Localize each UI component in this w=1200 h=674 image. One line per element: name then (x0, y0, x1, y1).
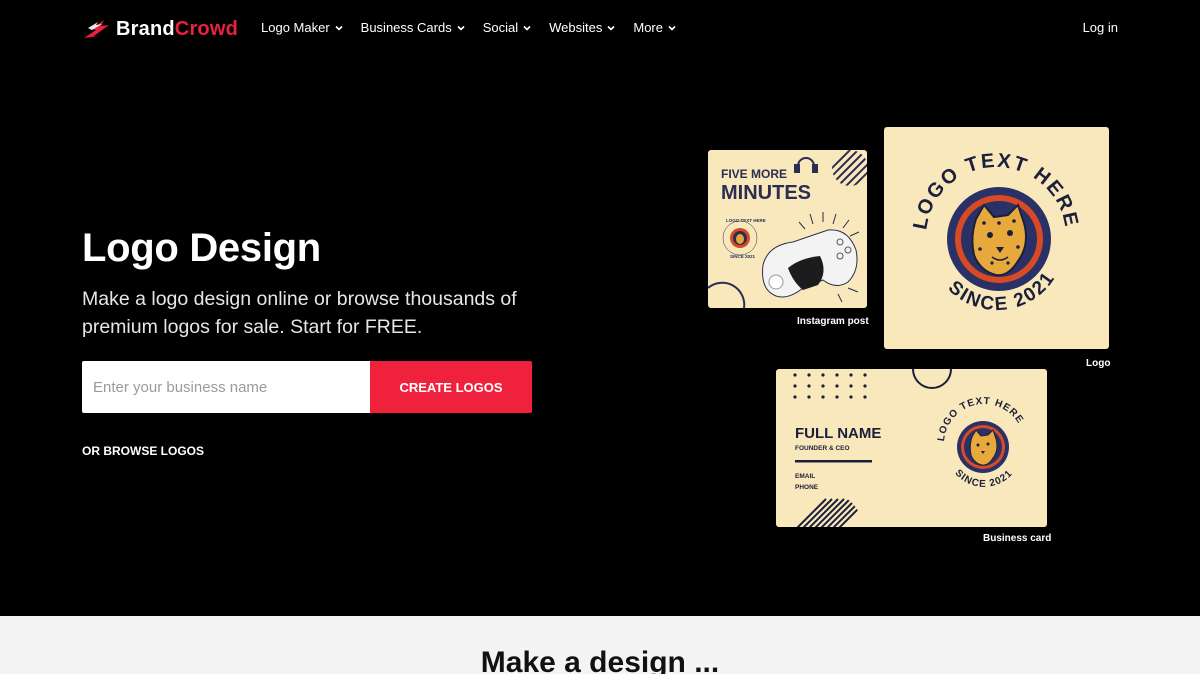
chevron-down-icon (607, 25, 615, 31)
make-a-design-section: Make a design ... (0, 616, 1200, 674)
business-card-caption: Business card (983, 533, 1052, 544)
insta-line2: MINUTES (721, 182, 811, 204)
nav-item-label: More (633, 20, 663, 35)
logo-caption: Logo (1086, 358, 1111, 369)
page-title: Logo Design (82, 226, 321, 270)
hero-subtitle: Make a logo design online or browse thou… (82, 288, 517, 338)
biz-email: EMAIL (795, 473, 815, 480)
logo-search-form: CREATE LOGOS (82, 361, 532, 413)
create-logos-button[interactable]: CREATE LOGOS (370, 361, 532, 413)
brand-logo[interactable]: BrandCrowd (82, 16, 238, 42)
chevron-down-icon (457, 25, 465, 31)
biz-role: FOUNDER & CEO (795, 445, 850, 452)
chevron-down-icon (335, 25, 343, 31)
cheetah-emblem-icon (957, 421, 1009, 473)
nav-item-logo-maker[interactable]: Logo Maker (261, 20, 344, 35)
biz-name: FULL NAME (795, 425, 881, 442)
nav-item-label: Business Cards (360, 20, 452, 35)
instagram-post-preview[interactable]: FIVE MORE MINUTES LOGO TEXT HERE SINCE 2… (708, 150, 867, 308)
biz-phone: PHONE (795, 484, 819, 491)
brand-name-part1: Brand (116, 17, 175, 40)
nav-item-business-cards[interactable]: Business Cards (361, 20, 466, 35)
top-nav: BrandCrowd Logo Maker Business Cards Soc… (0, 0, 1200, 56)
nav-item-websites[interactable]: Websites (549, 20, 616, 35)
nav-item-label: Websites (549, 20, 603, 35)
brand-name-part2: Crowd (174, 17, 239, 40)
business-card-artwork: FULL NAME FOUNDER & CEO EMAIL PHONE LOGO… (793, 369, 1025, 527)
cheetah-emblem-icon (947, 187, 1051, 291)
login-link[interactable]: Log in (1083, 20, 1118, 35)
game-controller-icon (762, 229, 858, 298)
nav-item-more[interactable]: More (633, 20, 677, 35)
logo-preview[interactable]: LOGO TEXT HERE SINCE 2021 (884, 127, 1109, 349)
chevron-down-icon (523, 25, 531, 31)
hatched-circle-icon (832, 150, 867, 186)
nav-item-label: Logo Maker (261, 20, 330, 35)
business-card-preview[interactable]: FULL NAME FOUNDER & CEO EMAIL PHONE LOGO… (776, 369, 1047, 527)
instagram-post-artwork: FIVE MORE MINUTES LOGO TEXT HERE SINCE 2… (708, 150, 867, 308)
nav-item-social[interactable]: Social (483, 20, 532, 35)
chevron-down-icon (668, 25, 676, 31)
nav-menu: Logo Maker Business Cards Social Website… (261, 20, 694, 35)
insta-line1: FIVE MORE (721, 167, 787, 181)
logo-artwork: LOGO TEXT HERE SINCE 2021 (909, 150, 1080, 316)
browse-logos-link[interactable]: OR BROWSE LOGOS (82, 444, 204, 458)
business-name-input[interactable] (82, 361, 370, 413)
insta-badge-bottom: SINCE 2021 (730, 254, 756, 259)
brand-mark-icon (84, 20, 109, 38)
nav-item-label: Social (482, 20, 519, 35)
section-title: Make a design ... (480, 646, 720, 674)
insta-badge-top: LOGO TEXT HERE (726, 218, 766, 223)
headset-icon (794, 157, 818, 173)
instagram-post-caption: Instagram post (797, 316, 869, 327)
dot-grid-icon (793, 373, 867, 399)
